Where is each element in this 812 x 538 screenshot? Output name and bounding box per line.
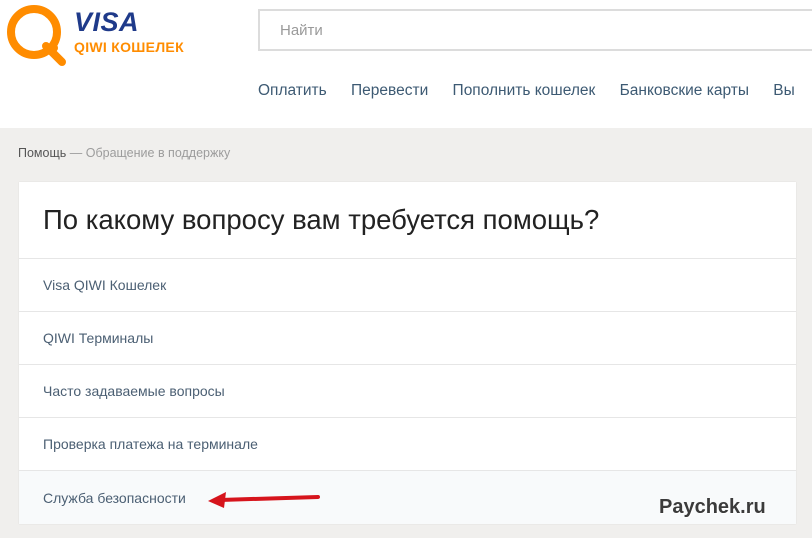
arrow-left-icon — [208, 492, 320, 508]
nav-pay[interactable]: Оплатить — [258, 82, 327, 99]
qiwi-logo[interactable]: VISA QIWI КОШЕЛЕК — [6, 4, 184, 66]
topic-visa-qiwi-wallet[interactable]: Visa QIWI Кошелек — [19, 259, 796, 312]
logo-visa-text: VISA — [74, 7, 140, 37]
topic-faq[interactable]: Часто задаваемые вопросы — [19, 365, 796, 418]
page-title: По какому вопросу вам требуется помощь? — [19, 182, 796, 259]
search-input[interactable] — [260, 11, 812, 49]
main-nav: Оплатить Перевести Пополнить кошелек Бан… — [258, 82, 812, 100]
help-topics-card: По какому вопросу вам требуется помощь? … — [19, 182, 796, 524]
search-box — [258, 9, 812, 51]
breadcrumb-help-link[interactable]: Помощь — [18, 146, 66, 160]
breadcrumb: Помощь — Обращение в поддержку — [18, 146, 230, 160]
nav-transfer[interactable]: Перевести — [351, 82, 428, 99]
qiwi-logo-icon — [7, 5, 66, 66]
nav-bank-cards[interactable]: Банковские карты — [620, 82, 749, 99]
watermark: Paychek.ru — [659, 496, 766, 518]
logo-product-text: QIWI КОШЕЛЕК — [74, 39, 184, 55]
topic-qiwi-terminals[interactable]: QIWI Терминалы — [19, 312, 796, 365]
breadcrumb-separator: — — [69, 146, 83, 160]
breadcrumb-current: Обращение в поддержку — [85, 146, 231, 160]
topic-payment-check[interactable]: Проверка платежа на терминале — [19, 418, 796, 471]
nav-topup-wallet[interactable]: Пополнить кошелек — [453, 82, 596, 99]
nav-withdraw[interactable]: Вы — [773, 82, 794, 99]
site-header: VISA QIWI КОШЕЛЕК Оплатить Перевести Поп… — [0, 0, 812, 128]
